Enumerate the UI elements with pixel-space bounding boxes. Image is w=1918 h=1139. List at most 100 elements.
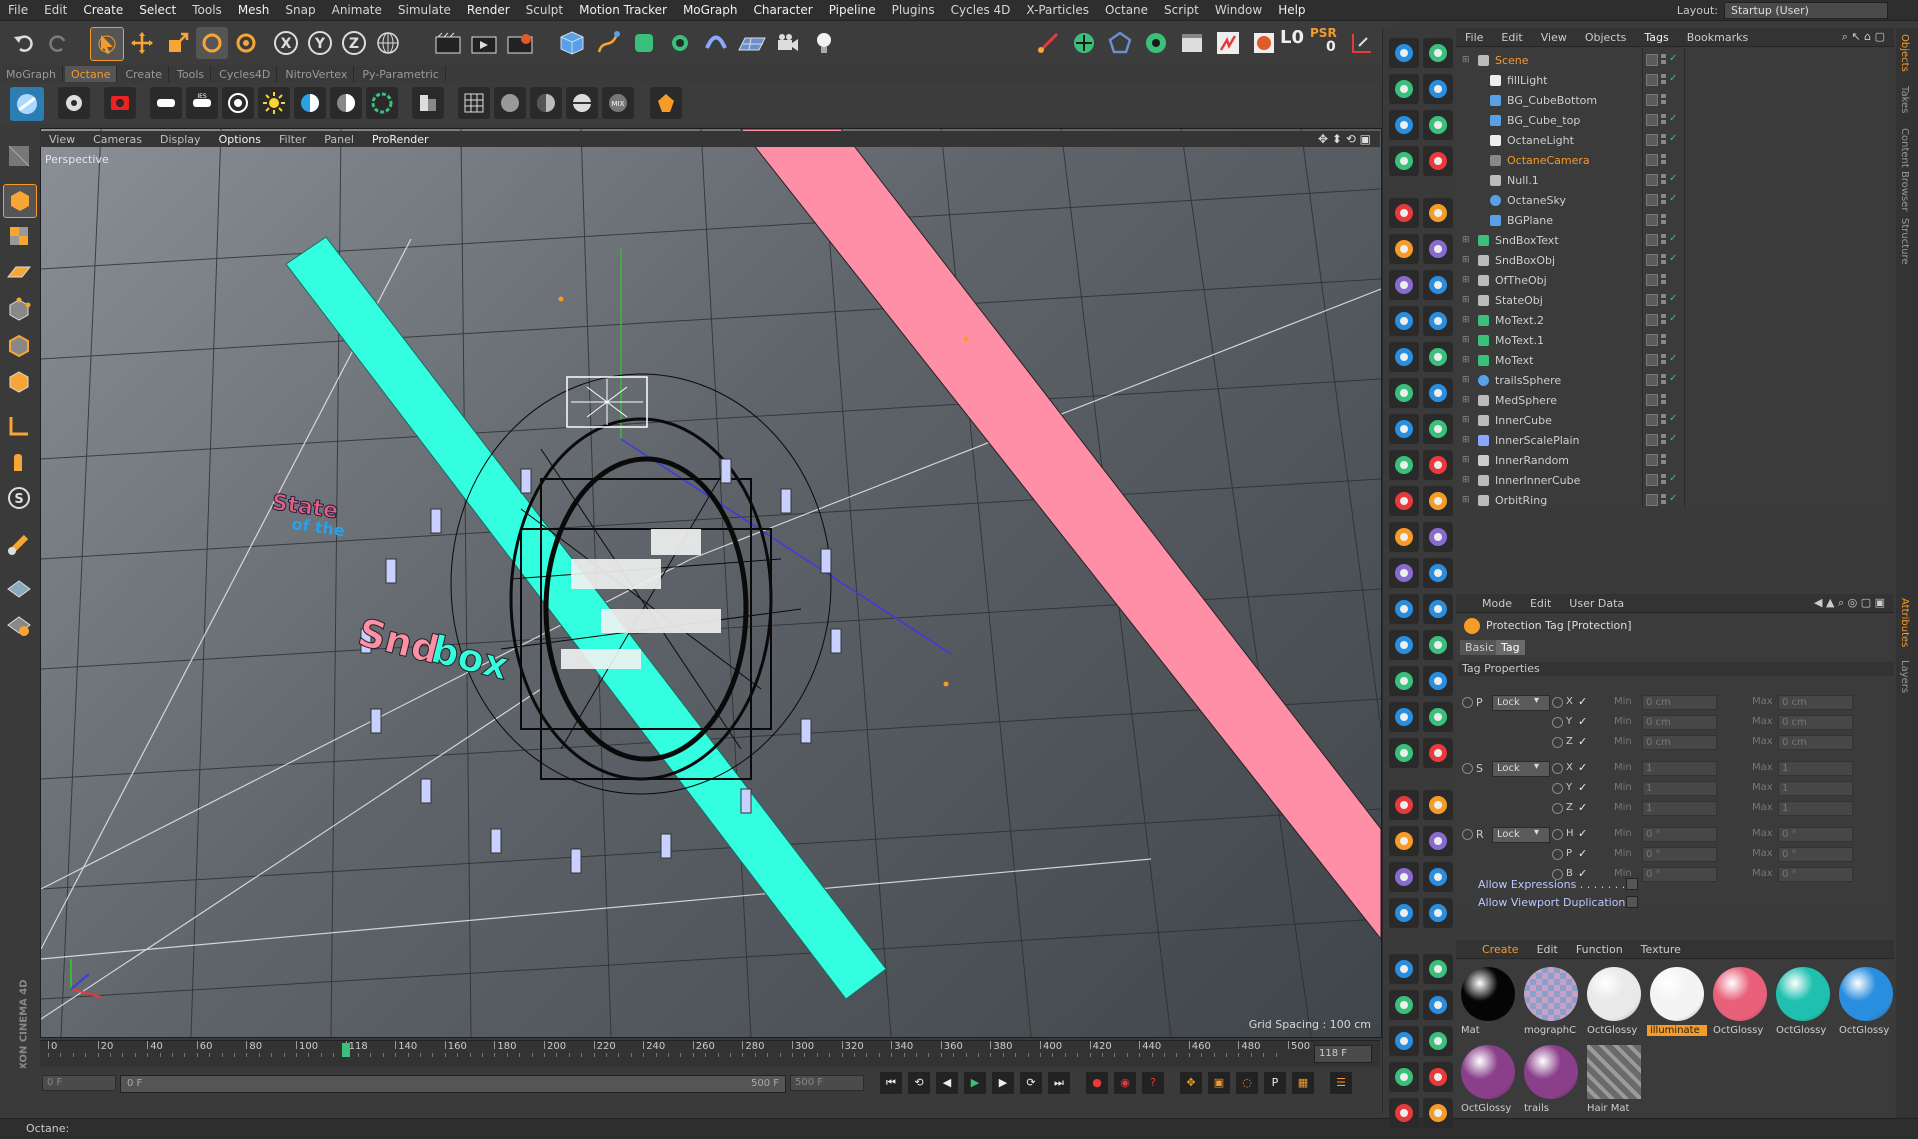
palette-tab-tools[interactable]: Tools [171, 66, 212, 82]
expand-icon[interactable]: ⊞ [1462, 375, 1472, 385]
editor-visibility-dots-icon[interactable] [1661, 294, 1666, 304]
material-swatch[interactable]: trails [1521, 1042, 1581, 1120]
axis-check-icon[interactable]: ✓ [1578, 827, 1587, 840]
editor-visibility-dots-icon[interactable] [1661, 174, 1666, 184]
expand-icon[interactable]: ⊞ [1462, 435, 1472, 445]
axis-radio-icon[interactable] [1552, 783, 1563, 794]
object-visibility-toggles[interactable]: ✓ [1646, 314, 1677, 326]
palette-tool-icon[interactable] [1389, 198, 1419, 228]
key-position-icon[interactable]: ✥ [1180, 1072, 1202, 1094]
palette-tab-nitrovertex[interactable]: NitroVertex [279, 66, 355, 82]
layer-square-icon[interactable] [1646, 374, 1658, 386]
menu-sculpt[interactable]: Sculpt [518, 3, 571, 17]
light-icon[interactable] [808, 27, 840, 59]
axis-check-icon[interactable]: ✓ [1578, 801, 1587, 814]
record-keys-icon[interactable]: ● [1086, 1072, 1108, 1094]
min-field[interactable]: 1 [1642, 781, 1717, 796]
palette-tool-icon[interactable] [1423, 702, 1453, 732]
x-axis-icon[interactable]: X [270, 27, 302, 59]
edges-mode-icon[interactable] [3, 330, 35, 362]
palette-tool-icon[interactable] [1389, 306, 1419, 336]
min-field[interactable]: 0 cm [1642, 735, 1717, 750]
expand-icon[interactable]: ⊞ [1462, 315, 1472, 325]
palette-tool-icon[interactable] [1389, 738, 1419, 768]
layer-square-icon[interactable] [1646, 494, 1658, 506]
menu-help[interactable]: Help [1270, 3, 1313, 17]
material-swatch[interactable]: illuminate [1647, 964, 1707, 1042]
enabled-check-icon[interactable]: ✓ [1669, 234, 1677, 246]
octane-live-viewer-icon[interactable] [10, 87, 44, 121]
expand-icon[interactable]: ⊞ [1462, 275, 1472, 285]
object-visibility-toggles[interactable]: ✓ [1646, 194, 1677, 206]
key-param-icon[interactable]: P [1264, 1072, 1286, 1094]
menu-file[interactable]: File [0, 3, 36, 17]
object-visibility-toggles[interactable] [1646, 94, 1669, 106]
palette-tool-icon[interactable] [1389, 1026, 1419, 1056]
palette-tool-icon[interactable] [1423, 234, 1453, 264]
next-key-icon[interactable]: ⟳ [1020, 1072, 1042, 1094]
make-editable-mode-icon[interactable] [3, 140, 35, 172]
palette-tool-icon[interactable] [1423, 898, 1453, 928]
layer-square-icon[interactable] [1646, 294, 1658, 306]
palette-tool-icon[interactable] [1389, 558, 1419, 588]
menu-window[interactable]: Window [1207, 3, 1270, 17]
layer-square-icon[interactable] [1646, 354, 1658, 366]
min-field[interactable]: 0 ° [1642, 847, 1717, 862]
deformer-icon[interactable] [700, 27, 732, 59]
menu-character[interactable]: Character [745, 3, 820, 17]
object-row[interactable]: ⊞ MoText.1 [1460, 330, 1890, 350]
sun-light-icon[interactable] [258, 87, 290, 119]
material-swatch[interactable]: OctGlossy [1458, 1042, 1518, 1120]
octane-scatter-icon[interactable] [366, 87, 398, 119]
menu-select[interactable]: Select [131, 3, 184, 17]
palette-tool-icon[interactable] [1389, 630, 1419, 660]
redo-icon[interactable] [42, 27, 74, 59]
max-field[interactable]: 1 [1778, 781, 1853, 796]
min-field[interactable]: 1 [1642, 801, 1717, 816]
menu-edit[interactable]: Edit [36, 3, 75, 17]
render-settings-icon[interactable] [504, 27, 536, 59]
layer-square-icon[interactable] [1646, 454, 1658, 466]
lock-mode-dropdown[interactable]: Lock [1492, 695, 1550, 711]
expand-icon[interactable]: ⊞ [1462, 355, 1472, 365]
octane-gear-icon[interactable] [1140, 27, 1172, 59]
palette-tool-icon[interactable] [1423, 594, 1453, 624]
enabled-check-icon[interactable]: ✓ [1669, 134, 1677, 146]
palette-tab-octane[interactable]: Octane [64, 66, 118, 82]
palette-tool-icon[interactable] [1423, 862, 1453, 892]
world-coord-icon[interactable] [372, 27, 404, 59]
max-field[interactable]: 1 [1778, 761, 1853, 776]
palette-tool-icon[interactable] [1423, 990, 1453, 1020]
palette-tool-icon[interactable] [1389, 954, 1419, 984]
tweak-mode-icon[interactable] [3, 446, 35, 478]
menu-script[interactable]: Script [1156, 3, 1207, 17]
menu-snap[interactable]: Snap [277, 3, 323, 17]
key-scale-icon[interactable]: ▣ [1208, 1072, 1230, 1094]
palette-tab-py-parametric[interactable]: Py-Parametric [356, 66, 446, 82]
object-visibility-toggles[interactable]: ✓ [1646, 374, 1677, 386]
side-tab-layers[interactable]: Layers [1899, 660, 1910, 693]
current-frame-marker[interactable] [342, 1043, 350, 1057]
menu-plugins[interactable]: Plugins [884, 3, 943, 17]
viewport-nav-icons[interactable]: ✥ ⬍ ⟲ ▣ [1309, 132, 1380, 146]
axis-radio-icon[interactable] [1552, 849, 1563, 860]
palette-tool-icon[interactable] [1423, 738, 1453, 768]
palette-tool-icon[interactable] [1423, 558, 1453, 588]
grid-material-icon[interactable] [458, 87, 490, 119]
cube-primitive-icon[interactable] [556, 27, 588, 59]
texture-mode-icon[interactable] [3, 220, 35, 252]
layer-square-icon[interactable] [1646, 234, 1658, 246]
layer-square-icon[interactable] [1646, 194, 1658, 206]
palette-tool-icon[interactable] [1389, 594, 1419, 624]
mat-menu-function[interactable]: Function [1567, 943, 1632, 956]
ik-figure-icon[interactable] [1212, 27, 1244, 59]
palette-tool-icon[interactable] [1423, 110, 1453, 140]
om-menu-bookmarks[interactable]: Bookmarks [1678, 31, 1757, 44]
allow-duplication-checkbox[interactable] [1626, 896, 1638, 908]
anim-radio-icon[interactable] [1462, 829, 1473, 840]
editor-visibility-dots-icon[interactable] [1661, 194, 1666, 204]
om-menu-tags[interactable]: Tags [1635, 31, 1677, 44]
object-visibility-toggles[interactable]: ✓ [1646, 474, 1677, 486]
om-menu-file[interactable]: File [1456, 31, 1492, 44]
diffuse-material-icon[interactable] [494, 87, 526, 119]
